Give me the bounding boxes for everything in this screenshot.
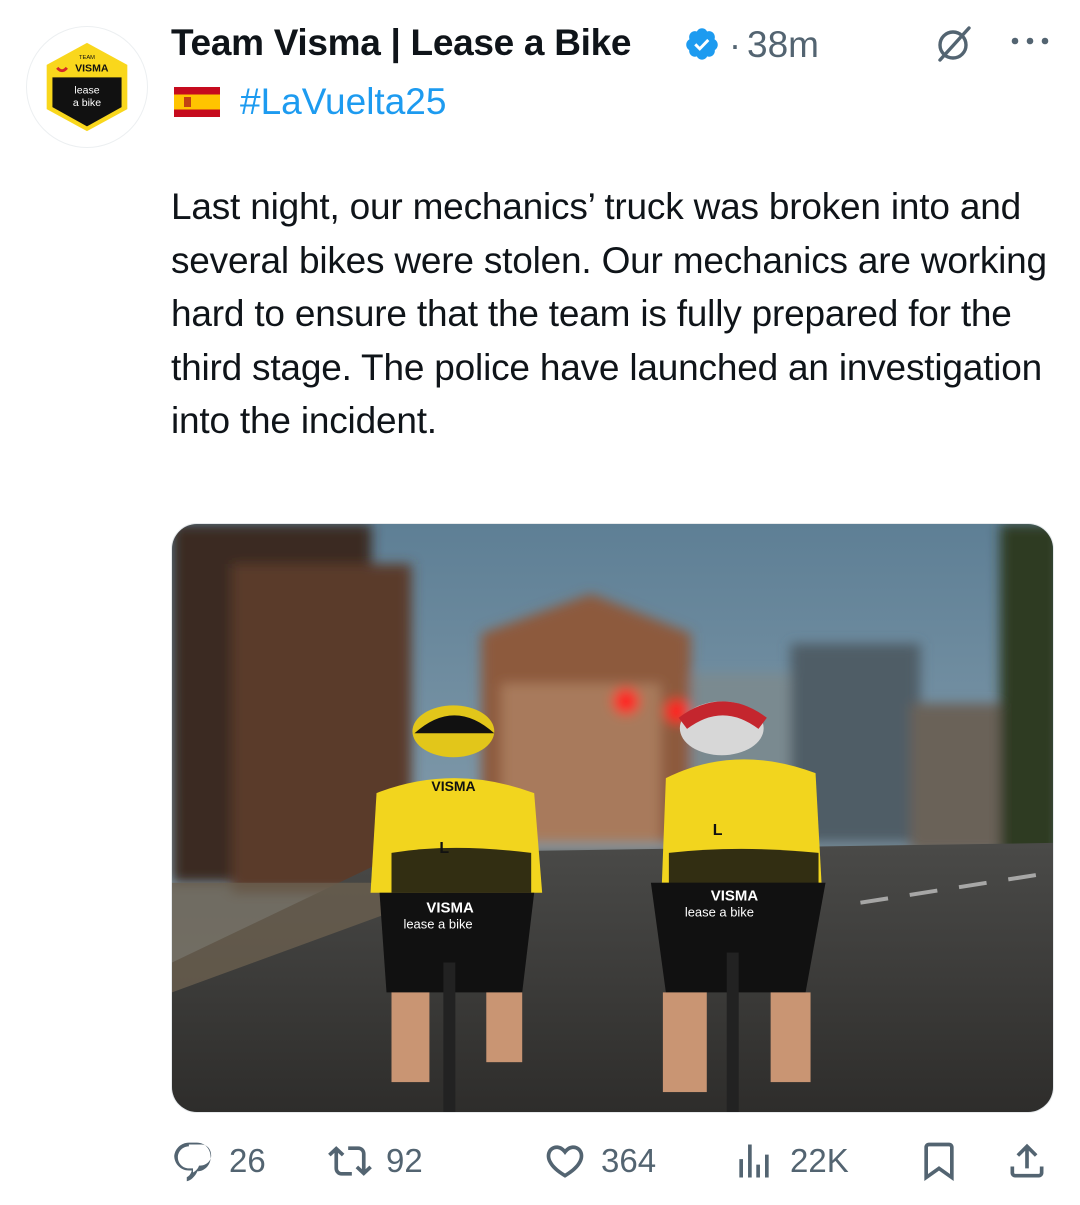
logo-line2: a bike [73,97,101,109]
author-display-name[interactable]: Team Visma | Lease a Bike [171,22,631,64]
left-jersey-size: L [439,840,449,857]
share-icon [1010,1143,1044,1178]
bookmark-button[interactable] [917,1136,961,1186]
left-shorts-sub: lease a bike [403,917,472,932]
logo-line1: lease [74,85,99,97]
repost-icon [328,1146,372,1176]
reply-icon [174,1142,212,1182]
right-jersey-size: L [713,822,723,839]
grok-icon[interactable] [934,24,974,64]
team-logo: TEAM VISMA lease a bike [46,42,128,132]
right-shorts-brand: VISMA [711,888,759,905]
left-jersey-brand: VISMA [431,778,475,794]
like-count: 364 [601,1142,657,1179]
views-count: 22K [790,1142,849,1179]
left-shorts-brand: VISMA [426,900,474,917]
share-button[interactable] [1005,1136,1049,1186]
bookmark-icon [924,1142,954,1182]
logo-top-text: TEAM [79,55,95,61]
views-button[interactable]: 22K [732,1136,849,1186]
spain-flag-icon [174,87,220,117]
tweet-actions: 26 92 364 22K [171,1136,1051,1186]
reply-count: 26 [229,1142,266,1179]
tweet-text: Last night, our mechanics’ truck was bro… [171,186,1047,441]
right-shorts-sub: lease a bike [685,905,754,920]
logo-brand-text: VISMA [75,63,109,75]
reply-button[interactable]: 26 [171,1136,266,1186]
hashtag-line: #LaVuelta25 [174,81,446,123]
tweet-header: Team Visma | Lease a Bike · 38m [171,22,1051,66]
cyclists-photo: VISMA L VISMA lease a bike L VISMA lease… [172,524,1053,1112]
tweet-time[interactable]: 38m [747,24,819,66]
tweet-photo[interactable]: VISMA L VISMA lease a bike L VISMA lease… [171,523,1054,1113]
time-separator: · [729,24,741,65]
repost-count: 92 [386,1142,423,1179]
repost-button[interactable]: 92 [328,1136,423,1186]
like-button[interactable]: 364 [543,1136,656,1186]
views-icon [739,1144,769,1178]
verified-badge-icon [686,28,718,60]
heart-icon [546,1145,584,1178]
hashtag-link[interactable]: #LaVuelta25 [240,81,446,123]
avatar[interactable]: TEAM VISMA lease a bike [26,26,148,148]
more-options-icon[interactable] [1007,26,1053,56]
